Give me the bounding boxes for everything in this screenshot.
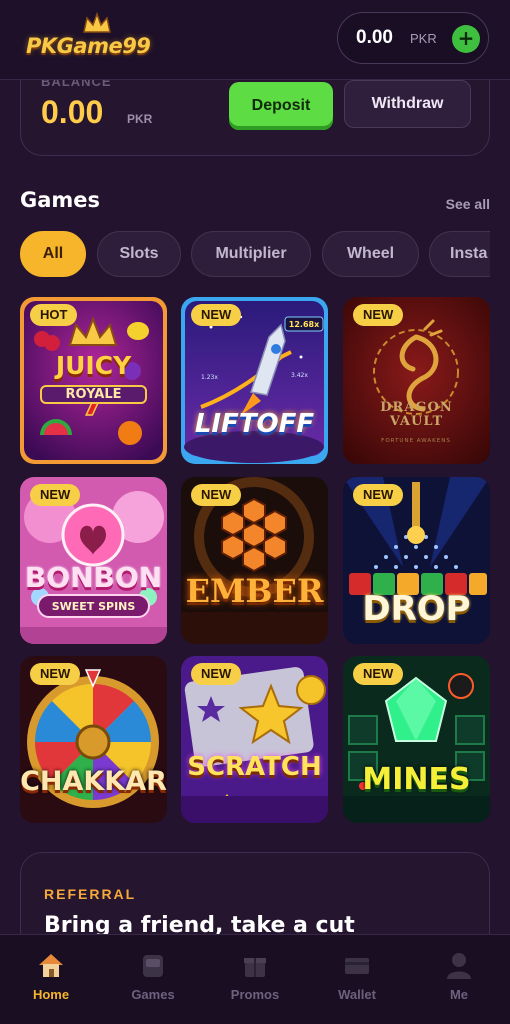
game-title: CHAKKAR bbox=[20, 766, 167, 797]
withdraw-button[interactable]: Withdraw bbox=[344, 80, 471, 128]
game-title: EMBER bbox=[185, 572, 324, 610]
game-tile-bonbon[interactable]: BONBON SWEET SPINS NEW bbox=[20, 477, 167, 644]
new-badge: NEW bbox=[191, 484, 242, 506]
game-title: MINES bbox=[362, 762, 471, 797]
svg-text:1.23x: 1.23x bbox=[201, 374, 218, 381]
wallet-amount: 0.00 bbox=[356, 27, 393, 48]
filter-chip-wheel[interactable]: Wheel bbox=[322, 231, 419, 277]
nav-item-promos[interactable]: Promos bbox=[204, 935, 306, 1024]
balance-amount: 0.00 bbox=[41, 94, 104, 130]
game-tile-liftoff[interactable]: 12.68x 3.42x 1.23x LIFTOFF NEW bbox=[181, 297, 328, 464]
see-all-link[interactable]: See all bbox=[446, 196, 490, 212]
nav-label: Home bbox=[32, 987, 70, 1002]
game-title-line1: DRAGON bbox=[380, 400, 453, 415]
nav-item-wallet[interactable]: Wallet bbox=[306, 935, 408, 1024]
balance-currency: PKR bbox=[127, 112, 153, 126]
logo[interactable]: PKGame99 bbox=[22, 12, 172, 68]
svg-text:3.42x: 3.42x bbox=[291, 372, 308, 379]
game-tile-drop[interactable]: DROP NEW bbox=[343, 477, 490, 644]
home-icon bbox=[39, 954, 63, 977]
nav-label: Me bbox=[449, 987, 469, 1002]
svg-text:12.68x: 12.68x bbox=[289, 320, 320, 329]
wallet-icon bbox=[345, 958, 369, 974]
game-title: DROP bbox=[362, 589, 471, 629]
svg-text:FORTUNE AWAKENS: FORTUNE AWAKENS bbox=[381, 438, 451, 444]
nav-item-me[interactable]: Me bbox=[408, 935, 510, 1024]
nav-label: Promos bbox=[230, 987, 280, 1002]
filter-chip-insta[interactable]: Insta bbox=[429, 231, 490, 277]
game-title-line1: JUICY bbox=[55, 351, 132, 380]
deposit-button[interactable]: Deposit bbox=[229, 82, 333, 130]
nav-label: Wallet bbox=[338, 987, 376, 1002]
filter-chip-slots[interactable]: Slots bbox=[97, 231, 181, 277]
nav-item-home[interactable]: Home bbox=[0, 935, 102, 1024]
game-filter-chips: All Slots Multiplier Wheel Insta bbox=[20, 231, 490, 277]
new-badge: NEW bbox=[353, 663, 404, 685]
new-badge: NEW bbox=[191, 304, 242, 326]
add-funds-button[interactable]: + bbox=[452, 25, 480, 53]
game-tile-dragon-vault[interactable]: FORTUNE AWAKENS DRAGON VAULT NEW bbox=[343, 297, 490, 464]
new-badge: NEW bbox=[191, 663, 242, 685]
crown-icon bbox=[83, 12, 111, 33]
new-badge: NEW bbox=[30, 484, 81, 506]
games-section-title: Games bbox=[20, 188, 101, 212]
filter-chip-all[interactable]: All bbox=[20, 231, 86, 277]
filter-chip-multiplier[interactable]: Multiplier bbox=[191, 231, 311, 277]
new-badge: NEW bbox=[353, 304, 404, 326]
game-tile-ember[interactable]: EMBER NEW bbox=[181, 477, 328, 644]
game-title-line2: ROYALE bbox=[40, 385, 147, 404]
game-tile-juicy-royale[interactable]: 7 JUICY ROYALE HOT bbox=[20, 297, 167, 464]
game-tile-scratch[interactable]: SCRATCH NEW bbox=[181, 656, 328, 823]
logo-text: PKGame99 bbox=[26, 34, 151, 58]
hot-badge: HOT bbox=[30, 304, 78, 326]
top-bar: PKGame99 0.00 PKR + bbox=[0, 0, 510, 80]
nav-item-games[interactable]: Games bbox=[102, 935, 204, 1024]
new-badge: NEW bbox=[30, 663, 81, 685]
game-title: LIFTOFF bbox=[194, 409, 315, 439]
games-icon bbox=[143, 955, 163, 977]
game-title-line2: VAULT bbox=[389, 414, 444, 429]
user-icon bbox=[447, 953, 471, 979]
game-title: BONBON bbox=[24, 561, 163, 594]
game-tile-chakkar[interactable]: CHAKKAR NEW bbox=[20, 656, 167, 823]
wallet-currency: PKR bbox=[410, 31, 437, 46]
wallet-balance-pill[interactable]: 0.00 PKR + bbox=[337, 12, 489, 64]
nav-label: Games bbox=[131, 987, 175, 1002]
referral-label: REFERRAL bbox=[44, 886, 137, 902]
game-tile-mines[interactable]: MINES NEW bbox=[343, 656, 490, 823]
new-badge: NEW bbox=[353, 484, 404, 506]
bottom-nav: Home Games Promos Wallet Me bbox=[0, 934, 510, 1024]
game-subtitle: SWEET SPINS bbox=[51, 600, 136, 613]
gift-icon bbox=[244, 958, 266, 977]
game-title: SCRATCH bbox=[187, 752, 322, 782]
